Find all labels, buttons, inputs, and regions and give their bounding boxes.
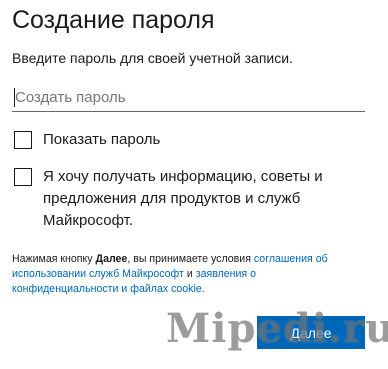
show-password-checkbox-row[interactable]: Показать пароль (14, 129, 160, 151)
legal-notice: Нажимая кнопку Далее, вы принимаете усло… (12, 252, 362, 297)
text-caret (14, 88, 15, 107)
page-subtitle: Введите пароль для своей учетной записи. (12, 50, 293, 66)
legal-conj: и (183, 268, 196, 280)
create-password-page: Создание пароля Введите пароль для своей… (0, 0, 388, 369)
show-password-checkbox[interactable] (14, 131, 32, 149)
legal-button-ref: Далее (95, 253, 128, 265)
show-password-label[interactable]: Показать пароль (43, 129, 160, 151)
password-input[interactable] (12, 84, 365, 112)
marketing-opt-in-label[interactable]: Я хочу получать информацию, советы и пре… (43, 166, 343, 232)
next-button[interactable]: Далее (257, 316, 365, 349)
marketing-opt-in-checkbox[interactable] (14, 168, 32, 186)
legal-suffix: . (201, 283, 205, 295)
legal-prefix: Нажимая кнопку (12, 253, 96, 265)
marketing-opt-in-checkbox-row[interactable]: Я хочу получать информацию, советы и пре… (14, 166, 344, 232)
legal-middle: , вы принимаете условия (127, 253, 254, 265)
page-title: Создание пароля (12, 6, 215, 34)
